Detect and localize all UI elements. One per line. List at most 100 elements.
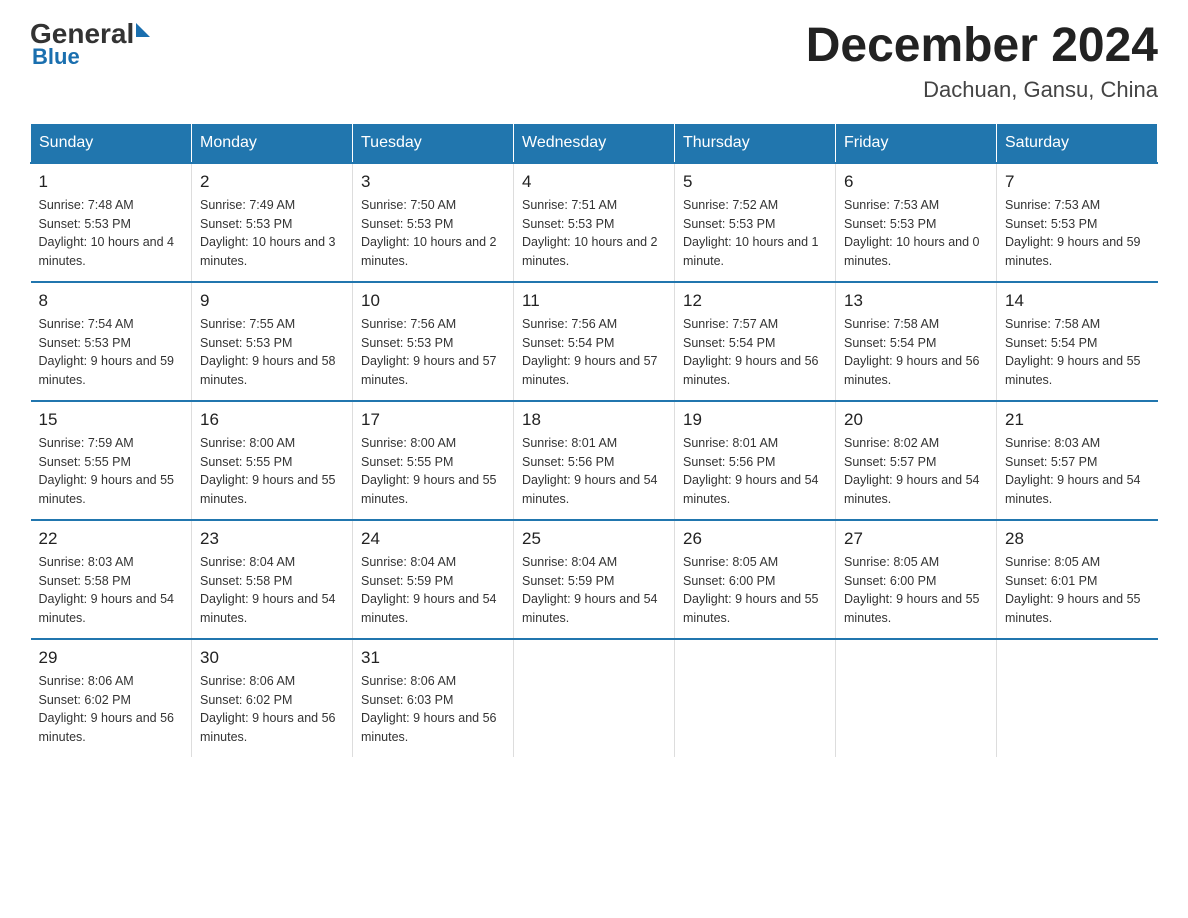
day-number: 21 [1005,410,1150,430]
day-number: 13 [844,291,988,311]
day-number: 17 [361,410,505,430]
day-info: Sunrise: 8:06 AM Sunset: 6:03 PM Dayligh… [361,672,505,747]
day-number: 10 [361,291,505,311]
day-cell: 26 Sunrise: 8:05 AM Sunset: 6:00 PM Dayl… [675,520,836,639]
day-info: Sunrise: 8:04 AM Sunset: 5:59 PM Dayligh… [522,553,666,628]
day-info: Sunrise: 8:05 AM Sunset: 6:00 PM Dayligh… [844,553,988,628]
day-info: Sunrise: 8:01 AM Sunset: 5:56 PM Dayligh… [683,434,827,509]
weekday-header-row: Sunday Monday Tuesday Wednesday Thursday… [31,123,1158,163]
day-number: 19 [683,410,827,430]
logo-triangle-icon [136,23,150,37]
day-info: Sunrise: 7:56 AM Sunset: 5:53 PM Dayligh… [361,315,505,390]
day-info: Sunrise: 7:48 AM Sunset: 5:53 PM Dayligh… [39,196,184,271]
day-info: Sunrise: 7:57 AM Sunset: 5:54 PM Dayligh… [683,315,827,390]
day-cell: 18 Sunrise: 8:01 AM Sunset: 5:56 PM Dayl… [514,401,675,520]
day-number: 14 [1005,291,1150,311]
day-cell: 5 Sunrise: 7:52 AM Sunset: 5:53 PM Dayli… [675,163,836,282]
day-number: 16 [200,410,344,430]
day-cell: 28 Sunrise: 8:05 AM Sunset: 6:01 PM Dayl… [997,520,1158,639]
header-friday: Friday [836,123,997,163]
day-info: Sunrise: 8:06 AM Sunset: 6:02 PM Dayligh… [39,672,184,747]
day-cell: 3 Sunrise: 7:50 AM Sunset: 5:53 PM Dayli… [353,163,514,282]
week-row-2: 8 Sunrise: 7:54 AM Sunset: 5:53 PM Dayli… [31,282,1158,401]
day-info: Sunrise: 7:59 AM Sunset: 5:55 PM Dayligh… [39,434,184,509]
day-number: 30 [200,648,344,668]
day-info: Sunrise: 8:03 AM Sunset: 5:58 PM Dayligh… [39,553,184,628]
week-row-5: 29 Sunrise: 8:06 AM Sunset: 6:02 PM Dayl… [31,639,1158,757]
day-cell: 16 Sunrise: 8:00 AM Sunset: 5:55 PM Dayl… [192,401,353,520]
day-number: 6 [844,172,988,192]
day-info: Sunrise: 8:04 AM Sunset: 5:59 PM Dayligh… [361,553,505,628]
day-number: 25 [522,529,666,549]
day-cell: 15 Sunrise: 7:59 AM Sunset: 5:55 PM Dayl… [31,401,192,520]
day-cell: 9 Sunrise: 7:55 AM Sunset: 5:53 PM Dayli… [192,282,353,401]
month-title: December 2024 [806,20,1158,73]
day-cell: 30 Sunrise: 8:06 AM Sunset: 6:02 PM Dayl… [192,639,353,757]
day-number: 8 [39,291,184,311]
title-block: December 2024 Dachuan, Gansu, China [806,20,1158,103]
day-number: 7 [1005,172,1150,192]
day-cell: 4 Sunrise: 7:51 AM Sunset: 5:53 PM Dayli… [514,163,675,282]
day-cell: 10 Sunrise: 7:56 AM Sunset: 5:53 PM Dayl… [353,282,514,401]
day-info: Sunrise: 7:55 AM Sunset: 5:53 PM Dayligh… [200,315,344,390]
day-number: 18 [522,410,666,430]
day-number: 3 [361,172,505,192]
calendar-table: Sunday Monday Tuesday Wednesday Thursday… [30,123,1158,757]
page-header: General Blue December 2024 Dachuan, Gans… [30,20,1158,103]
day-cell [514,639,675,757]
day-info: Sunrise: 7:56 AM Sunset: 5:54 PM Dayligh… [522,315,666,390]
header-thursday: Thursday [675,123,836,163]
day-number: 28 [1005,529,1150,549]
day-cell: 23 Sunrise: 8:04 AM Sunset: 5:58 PM Dayl… [192,520,353,639]
day-info: Sunrise: 7:54 AM Sunset: 5:53 PM Dayligh… [39,315,184,390]
day-cell [675,639,836,757]
day-number: 5 [683,172,827,192]
day-number: 20 [844,410,988,430]
day-number: 31 [361,648,505,668]
header-wednesday: Wednesday [514,123,675,163]
day-number: 27 [844,529,988,549]
day-number: 22 [39,529,184,549]
week-row-4: 22 Sunrise: 8:03 AM Sunset: 5:58 PM Dayl… [31,520,1158,639]
day-cell [997,639,1158,757]
day-info: Sunrise: 8:03 AM Sunset: 5:57 PM Dayligh… [1005,434,1150,509]
day-info: Sunrise: 7:52 AM Sunset: 5:53 PM Dayligh… [683,196,827,271]
day-info: Sunrise: 7:58 AM Sunset: 5:54 PM Dayligh… [1005,315,1150,390]
day-cell: 21 Sunrise: 8:03 AM Sunset: 5:57 PM Dayl… [997,401,1158,520]
day-cell: 11 Sunrise: 7:56 AM Sunset: 5:54 PM Dayl… [514,282,675,401]
day-number: 12 [683,291,827,311]
day-number: 11 [522,291,666,311]
day-cell: 8 Sunrise: 7:54 AM Sunset: 5:53 PM Dayli… [31,282,192,401]
logo: General Blue [30,20,150,70]
day-info: Sunrise: 8:02 AM Sunset: 5:57 PM Dayligh… [844,434,988,509]
day-cell: 7 Sunrise: 7:53 AM Sunset: 5:53 PM Dayli… [997,163,1158,282]
day-number: 26 [683,529,827,549]
header-monday: Monday [192,123,353,163]
day-cell: 2 Sunrise: 7:49 AM Sunset: 5:53 PM Dayli… [192,163,353,282]
day-number: 15 [39,410,184,430]
day-cell [836,639,997,757]
day-cell: 6 Sunrise: 7:53 AM Sunset: 5:53 PM Dayli… [836,163,997,282]
day-info: Sunrise: 7:49 AM Sunset: 5:53 PM Dayligh… [200,196,344,271]
day-cell: 29 Sunrise: 8:06 AM Sunset: 6:02 PM Dayl… [31,639,192,757]
day-number: 24 [361,529,505,549]
day-info: Sunrise: 8:05 AM Sunset: 6:01 PM Dayligh… [1005,553,1150,628]
day-info: Sunrise: 8:04 AM Sunset: 5:58 PM Dayligh… [200,553,344,628]
day-cell: 17 Sunrise: 8:00 AM Sunset: 5:55 PM Dayl… [353,401,514,520]
day-cell: 27 Sunrise: 8:05 AM Sunset: 6:00 PM Dayl… [836,520,997,639]
day-info: Sunrise: 8:00 AM Sunset: 5:55 PM Dayligh… [361,434,505,509]
day-cell: 25 Sunrise: 8:04 AM Sunset: 5:59 PM Dayl… [514,520,675,639]
day-info: Sunrise: 8:06 AM Sunset: 6:02 PM Dayligh… [200,672,344,747]
logo-blue-text: Blue [32,44,150,70]
week-row-1: 1 Sunrise: 7:48 AM Sunset: 5:53 PM Dayli… [31,163,1158,282]
day-number: 9 [200,291,344,311]
header-sunday: Sunday [31,123,192,163]
day-cell: 20 Sunrise: 8:02 AM Sunset: 5:57 PM Dayl… [836,401,997,520]
day-number: 1 [39,172,184,192]
week-row-3: 15 Sunrise: 7:59 AM Sunset: 5:55 PM Dayl… [31,401,1158,520]
day-number: 23 [200,529,344,549]
day-cell: 13 Sunrise: 7:58 AM Sunset: 5:54 PM Dayl… [836,282,997,401]
day-cell: 12 Sunrise: 7:57 AM Sunset: 5:54 PM Dayl… [675,282,836,401]
day-info: Sunrise: 7:51 AM Sunset: 5:53 PM Dayligh… [522,196,666,271]
day-cell: 24 Sunrise: 8:04 AM Sunset: 5:59 PM Dayl… [353,520,514,639]
